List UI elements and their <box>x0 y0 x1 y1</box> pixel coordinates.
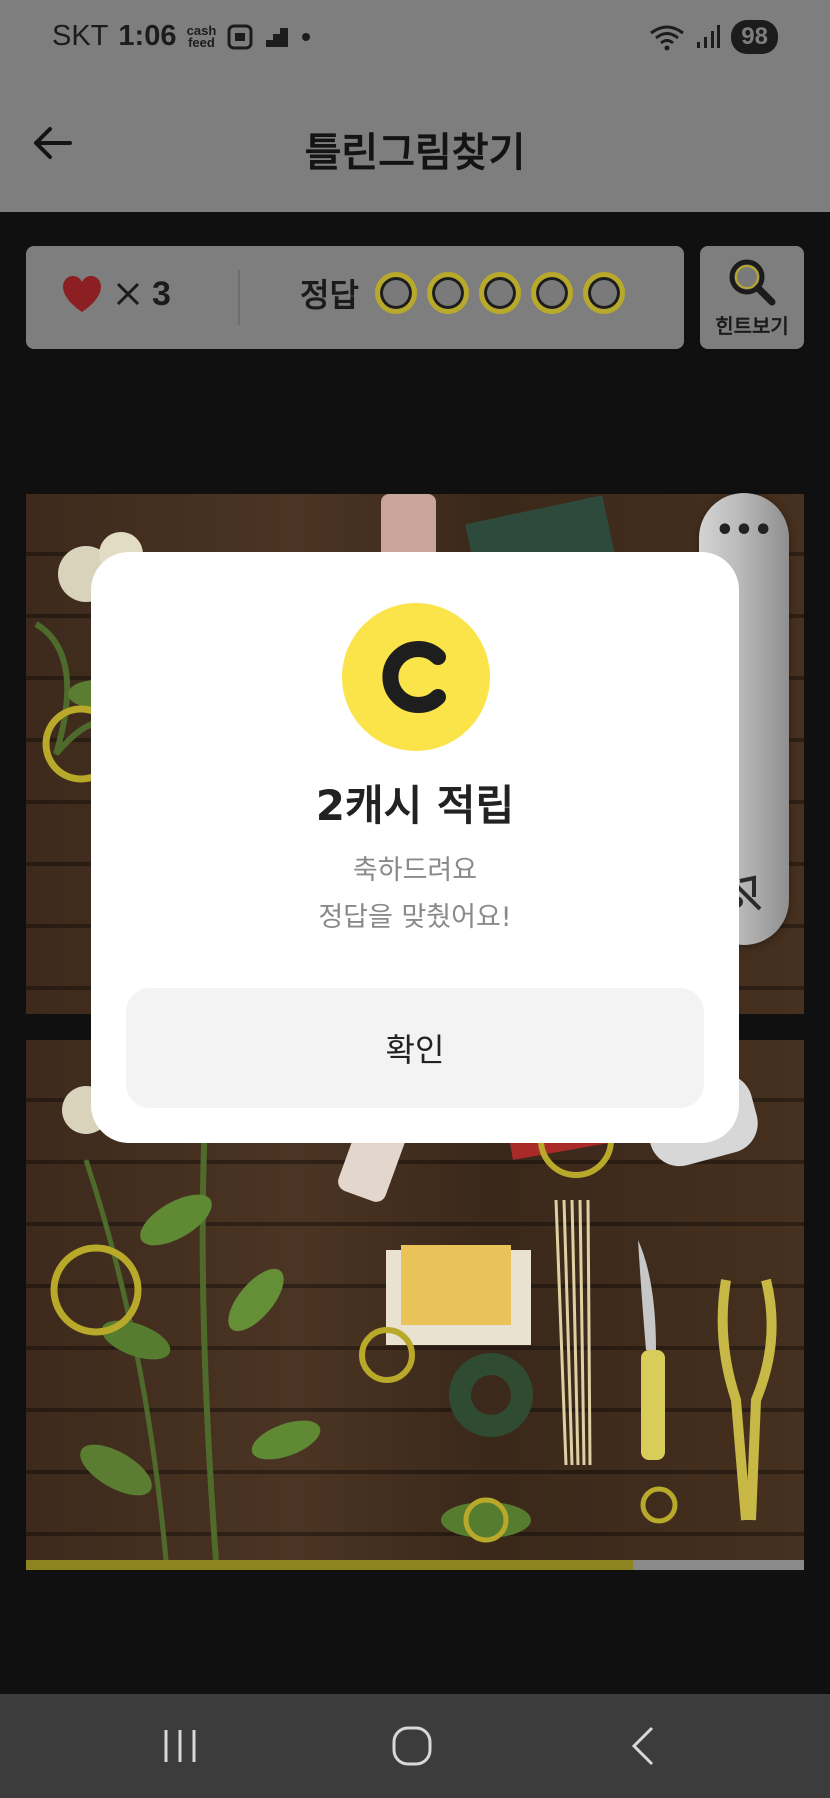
answer-slot <box>530 272 573 314</box>
game-info-bar: 3 정답 <box>26 246 684 349</box>
more-dots-icon[interactable]: ••• <box>699 513 789 548</box>
confirm-button[interactable]: 확인 <box>126 988 704 1108</box>
time-progress-fill <box>26 1560 633 1570</box>
carrier-label: SKT <box>52 20 109 52</box>
cash-coin-icon <box>342 603 490 751</box>
reward-title: 2캐시 적립 <box>315 781 515 830</box>
lives-indicator: 3 <box>60 274 171 314</box>
home-icon[interactable] <box>390 1724 434 1768</box>
magnifier-icon <box>729 259 776 306</box>
status-right: 98 <box>649 20 778 54</box>
answer-label: 정답 <box>300 276 359 314</box>
reward-message-2: 정답을 맞췄어요! <box>318 902 512 933</box>
app-header: 틀린그림찾기 <box>0 78 830 212</box>
back-nav-icon[interactable] <box>622 1724 666 1768</box>
recent-apps-icon[interactable] <box>158 1724 202 1768</box>
stairs-icon <box>266 27 289 47</box>
signal-icon <box>697 25 721 48</box>
system-nav-bar <box>0 1694 830 1798</box>
hint-label: 힌트보기 <box>715 314 789 338</box>
coin-letter-icon <box>382 641 446 713</box>
hint-button[interactable]: 힌트보기 <box>700 246 804 349</box>
wifi-icon <box>650 25 685 51</box>
divider <box>238 270 240 325</box>
screenshot-icon <box>227 24 253 49</box>
page-title: 틀린그림찾기 <box>304 130 526 176</box>
status-bar: SKT 1:06 cash feed 98 <box>0 0 830 78</box>
found-circle <box>640 1486 678 1524</box>
reward-message-1: 축하드려요 <box>352 855 478 886</box>
clock: 1:06 <box>118 20 177 52</box>
times-icon <box>116 282 140 306</box>
answer-slot <box>374 272 417 314</box>
lives-count: 3 <box>152 274 171 313</box>
battery-badge: 98 <box>731 20 778 54</box>
time-progress-track <box>26 1560 804 1570</box>
reward-modal: 2캐시 적립 축하드려요 정답을 맞췄어요! 확인 <box>91 552 739 1143</box>
answer-progress: 정답 <box>300 270 625 316</box>
dot-icon <box>302 32 311 41</box>
status-left: SKT 1:06 cash feed <box>52 20 312 53</box>
answer-slot <box>478 272 521 314</box>
answer-slot <box>426 272 469 314</box>
heart-icon <box>63 276 101 312</box>
answer-slot <box>582 272 625 314</box>
cashfeed-icon: cash feed <box>186 22 217 50</box>
